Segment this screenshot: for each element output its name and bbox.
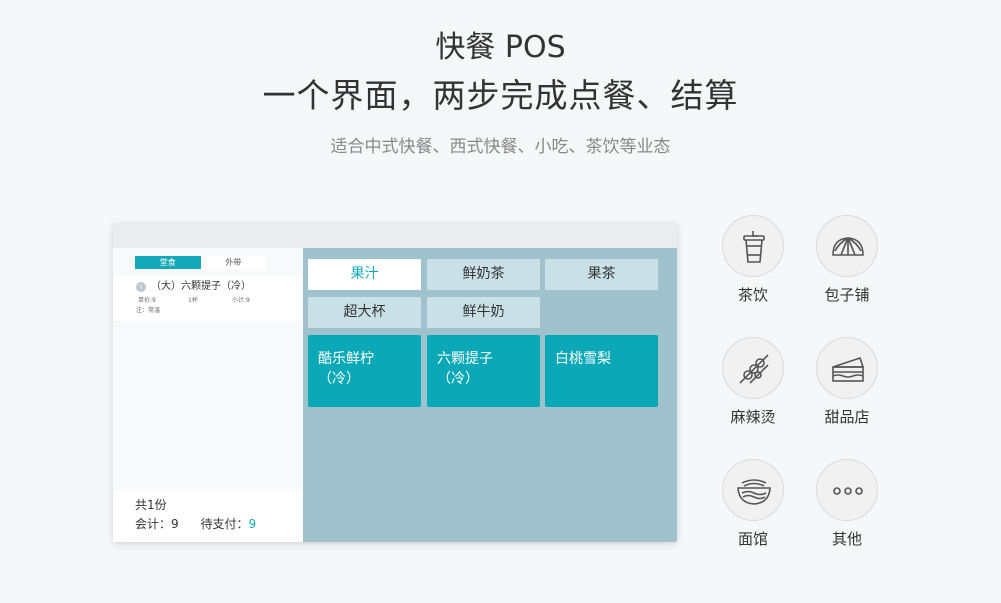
more-dots-icon (816, 459, 878, 521)
order-type-tabs: 堂食 外带 (135, 256, 266, 269)
order-item-subtotal: 小计:9 (232, 297, 250, 304)
cake-slice-icon (816, 337, 878, 399)
total-label: 会计： (135, 517, 172, 531)
order-count: 共1份 (135, 498, 167, 512)
category-fresh-milk-tea[interactable]: 鲜奶茶 (427, 259, 540, 290)
industry-label: 甜品店 (824, 408, 870, 426)
order-totals: 会计：9 待支付：9 (135, 516, 256, 532)
subtitle: 适合中式快餐、西式快餐、小吃、茶饮等业态 (330, 137, 671, 157)
steamed-bun-icon (816, 215, 878, 277)
product-card[interactable]: 酷乐鲜柠 （冷） (308, 335, 421, 407)
category-fresh-milk[interactable]: 鲜牛奶 (427, 297, 540, 328)
industry-label: 其他 (831, 530, 862, 548)
industry-label: 茶饮 (737, 286, 768, 304)
tab-takeaway[interactable]: 外带 (200, 256, 266, 269)
category-juice[interactable]: 果汁 (308, 259, 421, 290)
industry-noodle-shop[interactable]: 面馆 (713, 459, 793, 559)
pos-top-bar (113, 223, 677, 248)
order-item-qty: 1杯 (188, 297, 198, 304)
pos-mockup: 堂食 外带 i （大）六颗提子（冷） 单价:9 1杯 小计:9 注：常温 共1份… (113, 223, 677, 542)
order-item-note: 注：常温 (136, 307, 161, 314)
tab-dine-in[interactable]: 堂食 (135, 256, 201, 269)
product-card[interactable]: 六颗提子 （冷） (427, 335, 540, 407)
category-extra-large[interactable]: 超大杯 (308, 297, 421, 328)
product-name: 六颗提子 (437, 351, 493, 367)
industry-label: 麻辣烫 (730, 408, 776, 426)
total-value: 9 (171, 517, 179, 531)
order-item-name: （大）六颗提子（冷） (151, 281, 251, 292)
industry-other[interactable]: 其他 (807, 459, 887, 559)
info-icon: i (136, 282, 146, 292)
headline: 一个界面，两步完成点餐、结算 (262, 76, 739, 115)
pay-label: 待支付： (200, 517, 249, 531)
page-title: 快餐 POS (435, 30, 566, 65)
order-panel: 堂食 外带 i （大）六颗提子（冷） 单价:9 1杯 小计:9 注：常温 共1份… (113, 248, 303, 542)
product-name: 白桃雪梨 (555, 351, 611, 367)
product-variant: （冷） (437, 371, 479, 387)
order-item-row[interactable]: i （大）六颗提子（冷） 单价:9 1杯 小计:9 注：常温 (113, 276, 303, 321)
industry-bun-shop[interactable]: 包子铺 (807, 215, 887, 315)
skewer-icon (722, 337, 784, 399)
noodle-bowl-icon (722, 459, 784, 521)
menu-panel: 果汁 鲜奶茶 果茶 超大杯 鲜牛奶 酷乐鲜柠 （冷） 六颗提子 （冷） 白桃雪梨 (303, 248, 677, 542)
industry-dessert-shop[interactable]: 甜品店 (807, 337, 887, 437)
milk-tea-cup-icon (722, 215, 784, 277)
pay-value: 9 (248, 517, 257, 531)
category-fruit-tea[interactable]: 果茶 (545, 259, 658, 290)
product-name: 酷乐鲜柠 (318, 351, 374, 367)
order-item-unit-price: 单价:9 (138, 297, 156, 304)
order-summary: 共1份 会计：9 待支付：9 (113, 491, 303, 542)
product-variant: （冷） (318, 371, 360, 387)
industry-label: 面馆 (737, 530, 768, 548)
industry-tea-drinks[interactable]: 茶饮 (713, 215, 793, 315)
industry-malatang[interactable]: 麻辣烫 (713, 337, 793, 437)
industry-label: 包子铺 (824, 286, 870, 304)
product-card[interactable]: 白桃雪梨 (545, 335, 658, 407)
